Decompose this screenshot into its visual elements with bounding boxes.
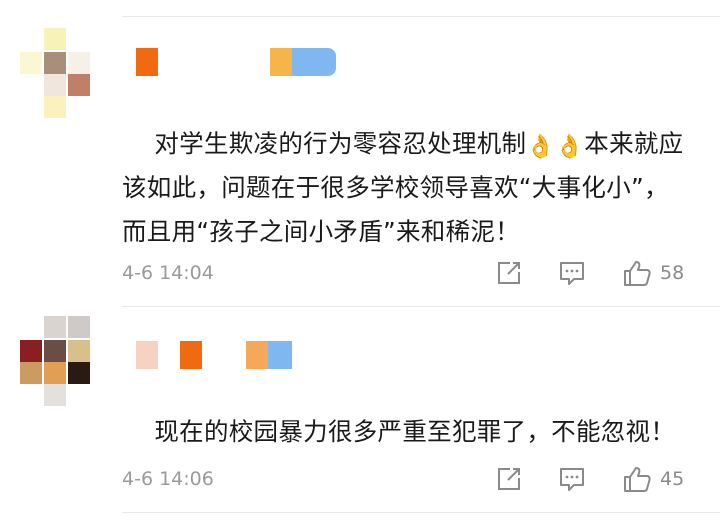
comment-divider xyxy=(122,306,720,307)
bottom-divider xyxy=(122,512,720,513)
ok-hand-emoji-icon: 👌 xyxy=(555,134,585,160)
comment-meta: 4-6 14:06 45 xyxy=(122,464,700,494)
comment-text-start: 现在的校园暴力很多严重至犯罪了，不能忽视！ xyxy=(154,417,676,446)
like-button[interactable]: 45 xyxy=(622,464,684,494)
avatar[interactable] xyxy=(20,316,92,406)
comment-meta: 4-6 14:04 58 xyxy=(122,258,700,288)
reply-button[interactable] xyxy=(558,258,586,288)
username[interactable] xyxy=(122,341,322,369)
like-button[interactable]: 58 xyxy=(622,258,684,288)
comment-text-start: 对学生欺凌的行为零容忍处理机制 xyxy=(154,129,527,158)
ok-hand-emoji-icon: 👌 xyxy=(526,134,556,160)
share-icon xyxy=(498,262,520,284)
thumbs-up-icon xyxy=(624,467,651,492)
comment-icon xyxy=(560,468,584,491)
like-count: 58 xyxy=(660,262,685,284)
comment-icon xyxy=(560,262,584,285)
like-count: 45 xyxy=(660,468,685,490)
thumbs-up-icon xyxy=(624,261,651,286)
top-divider xyxy=(122,16,720,17)
comment-time: 4-6 14:06 xyxy=(122,468,214,490)
comment-time: 4-6 14:04 xyxy=(122,262,214,284)
share-button[interactable] xyxy=(496,258,522,288)
username[interactable] xyxy=(122,48,342,76)
reply-button[interactable] xyxy=(558,464,586,494)
share-icon xyxy=(498,468,520,490)
avatar[interactable] xyxy=(20,28,92,118)
share-button[interactable] xyxy=(496,464,522,494)
